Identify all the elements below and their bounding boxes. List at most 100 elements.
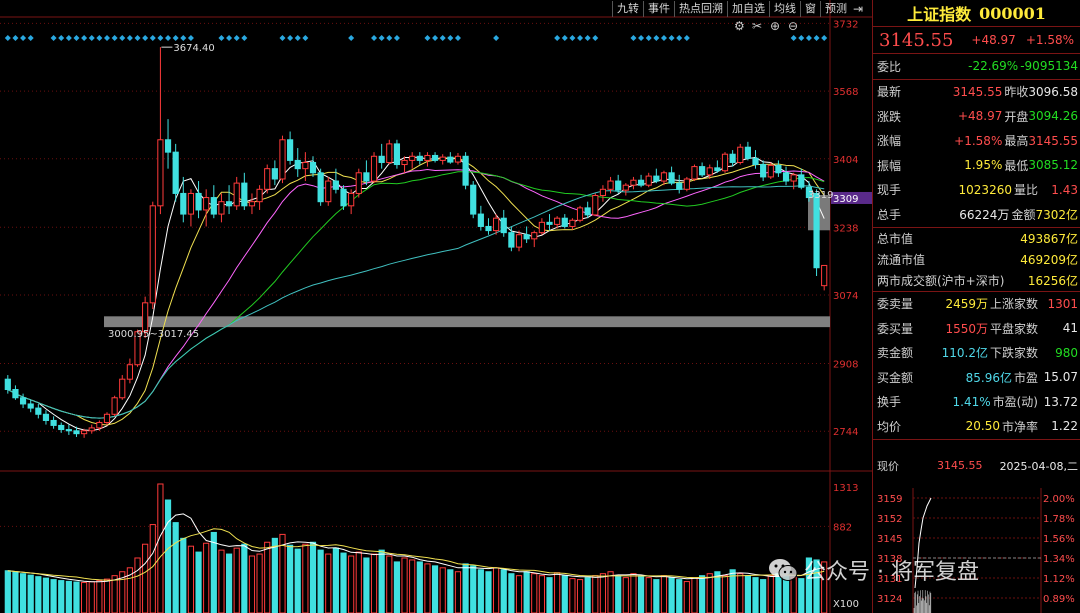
volume-bar [660,575,668,613]
candle-body [96,422,103,429]
exit-icon[interactable]: ⇥ [851,1,865,17]
volume-bar [218,549,225,613]
signal-diamond [88,35,95,41]
candle-body [302,161,309,170]
gap-zone-annotation: 3000.95~3017.45 [108,329,199,340]
volume-bar [500,569,507,613]
signal-diamond [180,35,187,41]
quote-value: 16256亿 [1027,273,1078,288]
mini-price-label: 3159 [877,494,902,505]
quote-label: 振幅 [877,158,902,173]
candle-body [752,157,759,166]
candle-body [58,424,65,431]
volume-bar [599,573,607,613]
volume-bar [248,555,256,613]
candle-body [431,154,439,161]
signal-diamond [287,35,294,41]
volume-bar [287,544,294,613]
candle-body [210,197,217,215]
candle-body [370,155,378,182]
candle-body [35,407,42,415]
quote-value: 1023260 [958,182,1012,197]
volume-bar [370,553,378,613]
toolbar-hotspot-button[interactable]: 热点回溯 [674,0,727,17]
y-axis-label: 3404 [833,155,858,166]
settings-icon[interactable]: ⚙ [734,19,745,33]
candle-body [187,192,195,215]
signal-diamond [821,35,828,41]
toolbar-forecast-button[interactable]: 预测 [820,0,851,17]
volume-bar [477,569,484,613]
signal-diamond [790,35,797,41]
candle-body [294,159,301,170]
signal-diamond [561,35,568,41]
quote-row: 委卖量 2459万 上涨家数 1301 [873,292,1080,317]
signal-diamond [12,35,19,41]
quote-value: 1.22 [1051,419,1078,434]
candle-body [164,139,172,153]
mini-price-label: 3124 [877,594,902,605]
scissors-icon[interactable]: ✂ [752,19,762,33]
signal-diamond [554,35,561,41]
kline-chart[interactable]: 3732 3568 3404 3309 3238 3074 2908 2744 3674.40 3… [0,0,872,613]
quote-value: 1.95% [964,158,1003,173]
candle-body [393,143,401,166]
candle-body [813,192,820,269]
zoom-out-icon[interactable]: ⊖ [788,19,798,33]
candle-body [569,219,576,227]
quote-value: 1550万 [945,321,988,336]
volume-bar [294,548,301,613]
volume-bar [241,543,248,613]
toolbar-add-watchlist-button[interactable]: 加自选 [727,0,769,17]
volume-bar [187,545,195,613]
signal-diamond [187,35,194,41]
volume-bar [493,567,500,613]
quote-row: 振幅 1.95% 最低 3085.12 [873,153,1080,178]
candle-body [454,155,462,163]
candle-body [676,182,683,190]
toolbar-window-button[interactable]: 窗 [800,0,820,17]
signal-diamond [569,35,576,41]
toolbar-ma-button[interactable]: 均线 [769,0,800,17]
volume-bar [302,543,309,613]
volume-bar [386,555,393,613]
volume-bar [12,571,19,613]
volume-bar [409,559,416,613]
volume-bar [706,573,713,613]
candle-body [561,217,568,227]
toolbar-events-button[interactable]: 事件 [643,0,674,17]
ma-annotation: 3319 [808,190,833,201]
candle-body [416,155,423,161]
quote-value: 15.07 [1043,370,1078,385]
signal-diamond [294,35,301,41]
volume-bar [35,576,42,613]
quote-label: 委买量 [877,321,914,336]
quote-value: 1.43 [1051,182,1078,197]
volume-bar [42,577,50,613]
wechat-icon [769,559,798,581]
quote-row: 最新 3145.55 昨收 3096.58 [873,80,1080,105]
volume-bar [88,581,95,613]
volume-bar [637,575,645,613]
signal-diamond [104,35,110,41]
quote-row: 流通市值 469209亿 [873,249,1080,270]
candle-body [462,155,469,186]
signal-diamond [20,35,27,41]
volume-bar [737,573,744,613]
zoom-in-icon[interactable]: ⊕ [770,19,780,33]
signal-diamond [96,35,103,41]
quote-label: 市净率 [1001,419,1038,434]
volume-bar [470,565,477,613]
candle-body [264,168,271,190]
quote-value: 2459万 [945,297,988,312]
quote-value: +1.58% [954,133,1003,148]
quote-panel: 上证指数 000001 3145.55 +48.97 +1.58% 委比 -22.… [872,0,1080,613]
volume-bar [65,580,72,613]
signal-diamond [81,35,88,41]
volume-bar [714,571,721,613]
volume-bar [676,579,683,613]
quote-label: 量比 [1013,183,1038,198]
candle-body [355,172,362,194]
toolbar-jiuzhuan-button[interactable]: 九转 [612,0,643,17]
volume-bar [164,499,172,613]
